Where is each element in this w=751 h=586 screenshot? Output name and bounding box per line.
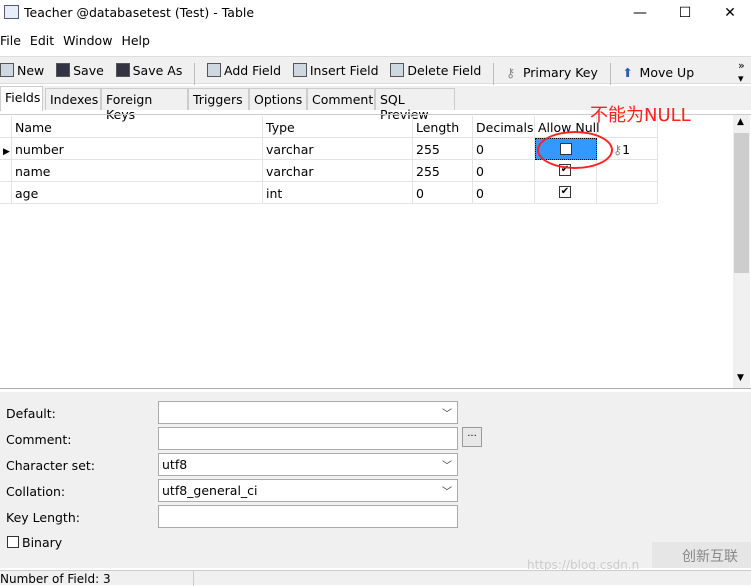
scroll-down-arrow[interactable]: ▼ (737, 373, 744, 383)
watermark-logo: 创新互联 (652, 542, 751, 568)
primary-key-button[interactable]: ⚷ Primary Key (502, 59, 602, 85)
key-icon: ⚷ (505, 65, 516, 80)
cell-decimals[interactable]: 0 (473, 182, 535, 204)
tab-indexes[interactable]: Indexes (45, 88, 101, 110)
row-indicator (0, 182, 12, 204)
comment-label: Comment: (6, 432, 72, 447)
cell-decimals[interactable]: 0 (473, 138, 535, 160)
menu-edit[interactable]: Edit (30, 30, 54, 48)
fields-grid: Name Type Length Decimals Allow Null ▶ nu… (0, 105, 751, 389)
cell-allow-null[interactable]: ✔ (535, 182, 597, 204)
cell-length[interactable]: 255 (413, 160, 473, 182)
save-as-icon (115, 63, 130, 77)
field-properties-panel: Default: ﹀ Comment: ... Character set: u… (0, 392, 751, 572)
menu-file[interactable]: File (0, 30, 21, 48)
default-label: Default: (6, 406, 56, 421)
close-button[interactable]: ✕ (715, 3, 745, 23)
toolbar: New Save Save As Add Field Insert Field … (0, 56, 751, 85)
annotation-circle (537, 131, 613, 169)
toolbar-overflow-button[interactable]: » ▾ (738, 59, 745, 85)
cell-type[interactable]: int (263, 182, 413, 204)
charset-select[interactable]: utf8 ﹀ (158, 453, 458, 476)
add-field-button[interactable]: Add Field (203, 57, 285, 83)
key-length-input[interactable] (158, 505, 458, 528)
delete-field-icon (390, 63, 405, 77)
status-divider (193, 571, 194, 586)
tab-triggers[interactable]: Triggers (188, 88, 249, 110)
column-header-type[interactable]: Type (263, 116, 413, 138)
new-button[interactable]: New (0, 57, 48, 83)
column-header-name[interactable]: Name (12, 116, 263, 138)
add-field-icon (207, 63, 221, 77)
cell-name[interactable]: name (12, 160, 263, 182)
collation-select[interactable]: utf8_general_ci ﹀ (158, 479, 458, 502)
default-select[interactable]: ﹀ (158, 401, 458, 424)
collation-label: Collation: (6, 484, 66, 499)
key-length-label: Key Length: (6, 510, 80, 525)
menu-window[interactable]: Window (63, 30, 112, 48)
move-up-button[interactable]: ⬆ Move Up (619, 59, 699, 85)
table-icon (4, 5, 19, 19)
menu-bar: File Edit Window Help (0, 30, 751, 52)
cell-decimals[interactable]: 0 (473, 160, 535, 182)
tab-options[interactable]: Options (249, 88, 307, 110)
key-icon: ⚷ (613, 142, 623, 157)
cell-length[interactable]: 255 (413, 138, 473, 160)
vertical-scrollbar[interactable]: ▲ ▼ (733, 115, 750, 388)
toolbar-divider (194, 62, 196, 85)
cell-length[interactable]: 0 (413, 182, 473, 204)
menu-help[interactable]: Help (121, 30, 150, 48)
window-title: Teacher @databasetest (Test) - Table (24, 5, 255, 20)
insert-field-button[interactable]: Insert Field (289, 57, 383, 83)
allow-null-checkbox[interactable]: ✔ (559, 186, 571, 198)
cell-name[interactable]: number (12, 138, 263, 160)
chevron-down-icon: ﹀ (442, 409, 452, 420)
column-header-length[interactable]: Length (413, 116, 473, 138)
tab-comment[interactable]: Comment (307, 88, 375, 110)
cell-type[interactable]: varchar (263, 160, 413, 182)
insert-field-icon (292, 63, 307, 77)
charset-label: Character set: (6, 458, 96, 473)
scrollbar-thumb[interactable] (734, 133, 749, 273)
save-as-button[interactable]: Save As (112, 57, 187, 83)
tab-foreign-keys[interactable]: Foreign Keys (101, 88, 188, 122)
cell-key (597, 182, 658, 204)
cell-key (597, 160, 658, 182)
cell-type[interactable]: varchar (263, 138, 413, 160)
comment-input[interactable] (158, 427, 458, 450)
column-header-decimals[interactable]: Decimals (473, 116, 535, 138)
field-count: Number of Field: 3 (0, 572, 111, 586)
minimize-button[interactable]: — (625, 3, 655, 23)
toolbar-divider (609, 62, 611, 85)
comment-more-button[interactable]: ... (462, 427, 482, 447)
chevron-down-icon: ﹀ (442, 461, 452, 472)
arrow-up-icon: ⬆ (622, 65, 634, 80)
annotation-text: 不能为NULL (590, 105, 691, 126)
delete-field-button[interactable]: Delete Field (386, 57, 485, 83)
maximize-button[interactable]: ☐ (670, 3, 700, 23)
scroll-up-arrow[interactable]: ▲ (737, 117, 744, 127)
save-button[interactable]: Save (52, 57, 108, 83)
cell-name[interactable]: age (12, 182, 263, 204)
tab-sql-preview[interactable]: SQL Preview (375, 88, 455, 122)
title-bar: Teacher @databasetest (Test) - Table — ☐… (0, 0, 751, 26)
tab-fields[interactable]: Fields (0, 86, 43, 111)
toolbar-divider (493, 62, 495, 85)
table-row[interactable]: age int 0 0 ✔ (0, 182, 658, 204)
row-indicator (0, 160, 12, 182)
row-indicator: ▶ (0, 138, 12, 160)
status-bar: Number of Field: 3 (0, 570, 751, 586)
binary-label: Binary (22, 535, 63, 550)
save-icon (56, 63, 71, 77)
binary-checkbox[interactable] (7, 536, 19, 548)
new-table-icon (0, 63, 14, 77)
chevron-down-icon: ﹀ (442, 487, 452, 498)
